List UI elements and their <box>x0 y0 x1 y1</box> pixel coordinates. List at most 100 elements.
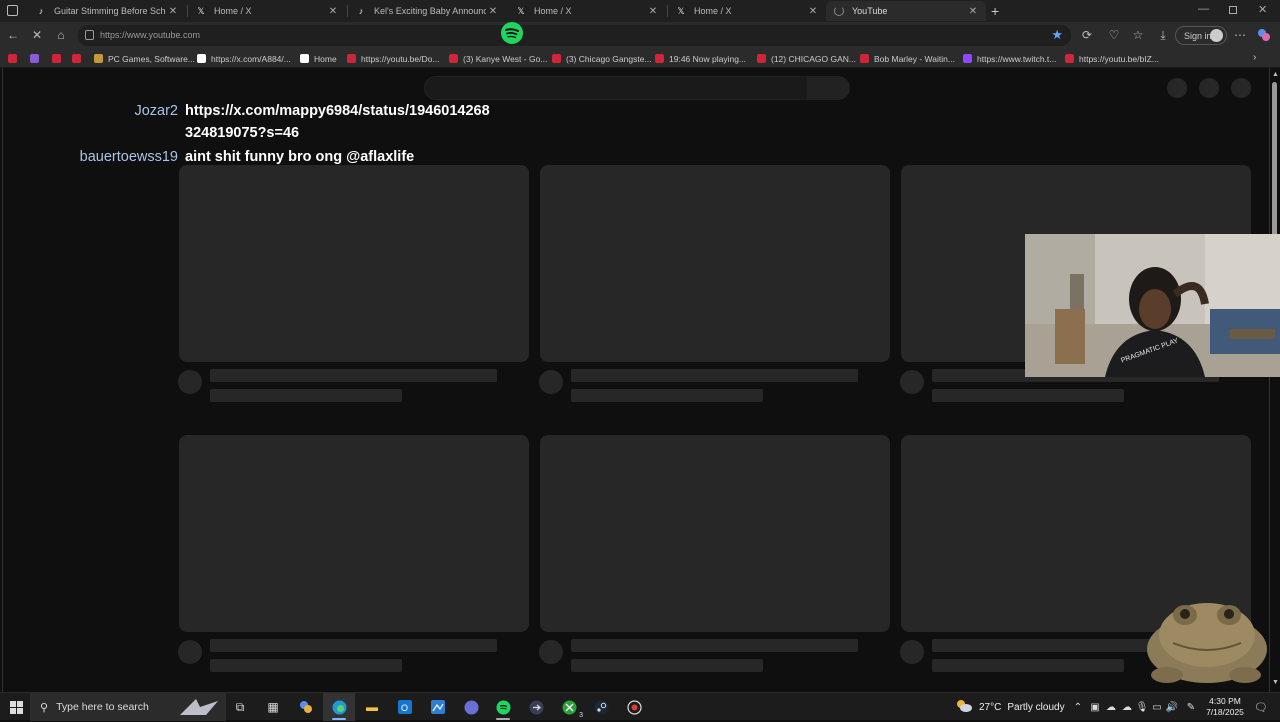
loading-icon <box>834 6 844 16</box>
chat-message: https://x.com/mappy6984/status/194601426… <box>185 103 490 119</box>
copilot-icon[interactable] <box>1257 28 1271 42</box>
channel-avatar-skeleton <box>178 370 202 394</box>
file-explorer-icon[interactable]: ▬ <box>362 697 382 717</box>
home-icon[interactable]: ⌂ <box>54 28 68 42</box>
browser-essentials-icon[interactable]: ♡ <box>1107 28 1121 42</box>
new-tab-icon[interactable]: + <box>991 3 999 19</box>
title-skeleton <box>210 369 497 382</box>
close-tab-icon[interactable]: ✕ <box>646 6 660 17</box>
weather-widget[interactable]: 27°C Partly cloudy <box>955 693 1065 721</box>
video-thumbnail-skeleton[interactable] <box>179 165 529 362</box>
downloads-icon[interactable]: ⤓ <box>1156 28 1170 42</box>
bookmark-item[interactable]: https://youtu.be/Do... <box>347 52 439 65</box>
scroll-down-icon[interactable]: ▼ <box>1272 679 1279 686</box>
extensions-icon[interactable]: ⟳ <box>1080 28 1094 42</box>
obs-record-icon[interactable] <box>624 697 644 717</box>
avatar-icon <box>1210 29 1223 42</box>
bookmark-item[interactable]: 19:46 Now playing... <box>655 52 746 65</box>
page-scrollbar[interactable]: ▲ ▼ <box>1271 70 1279 690</box>
close-tab-icon[interactable]: ✕ <box>326 6 340 17</box>
edge-browser-icon[interactable] <box>329 697 349 717</box>
bookmark-item[interactable] <box>30 52 44 65</box>
outlook-icon[interactable]: O <box>395 697 415 717</box>
windows-taskbar: ⚲ Type here to search ⧉ ▦ ▬ O 3 27°C Par… <box>0 692 1280 721</box>
video-thumbnail-skeleton[interactable] <box>179 435 529 632</box>
tab-home-x-1[interactable]: 𝕏 Home / X ✕ <box>188 1 346 21</box>
lock-icon <box>85 30 94 40</box>
bookmark-item[interactable]: Bob Marley - Waitin... <box>860 52 955 65</box>
browser-tab-strip: ♪ Guitar Stimming Before School wi ✕ 𝕏 H… <box>0 0 1280 22</box>
chevron-right-icon[interactable]: › <box>1253 52 1256 63</box>
search-highlight-icon <box>176 695 222 719</box>
address-bar[interactable]: https://www.youtube.com ★ <box>78 25 1071 46</box>
tiktok-icon: ♪ <box>358 6 364 16</box>
video-thumbnail-skeleton[interactable] <box>540 435 890 632</box>
close-tab-icon[interactable]: ✕ <box>966 6 980 17</box>
bookmark-item[interactable] <box>8 52 22 65</box>
close-tab-icon[interactable]: ✕ <box>806 6 820 17</box>
bookmark-item[interactable]: PC Games, Software... <box>94 52 195 65</box>
bookmarks-bar: PC Games, Software... https://x.com/A884… <box>0 49 1280 68</box>
bookmark-item[interactable]: https://x.com/A884/... <box>197 52 291 65</box>
more-menu-icon[interactable]: ⋯ <box>1233 28 1247 42</box>
photo-editor-icon[interactable] <box>428 697 448 717</box>
task-view-icon[interactable]: ⧉ <box>230 697 250 717</box>
app-icon[interactable] <box>526 697 546 717</box>
notifications-icon[interactable]: 🗨 <box>1251 697 1271 717</box>
toad-overlay-image <box>1145 585 1270 685</box>
volume-icon[interactable]: 🔊 <box>1162 697 1182 717</box>
bookmark-item[interactable]: (3) Chicago Gangste... <box>552 52 652 65</box>
browser-toolbar: ← ✕ ⌂ https://www.youtube.com ★ ⟳ ♡ ☆ ⤓ … <box>0 22 1280 49</box>
steam-icon[interactable] <box>591 697 611 717</box>
bookmark-item[interactable]: (3) Kanye West - Go... <box>449 52 547 65</box>
tab-guitar-stimming[interactable]: ♪ Guitar Stimming Before School wi ✕ <box>28 1 186 21</box>
sign-in-button[interactable]: Sign in <box>1175 26 1227 45</box>
tab-youtube[interactable]: YouTube ✕ <box>826 1 986 21</box>
tab-home-x-3[interactable]: 𝕏 Home / X ✕ <box>668 1 826 21</box>
spotify-taskbar-icon[interactable] <box>493 697 513 717</box>
video-thumbnail-skeleton[interactable] <box>540 165 890 362</box>
channel-avatar-skeleton <box>900 640 924 664</box>
chat-message-continued: 324819075?s=46 <box>185 125 300 141</box>
pen-icon[interactable]: ✎ <box>1181 697 1201 717</box>
bookmark-item[interactable] <box>52 52 66 65</box>
tab-home-x-2[interactable]: 𝕏 Home / X ✕ <box>508 1 666 21</box>
windows-start-icon[interactable] <box>6 697 26 717</box>
bookmark-item[interactable]: https://www.twitch.t... <box>963 52 1056 65</box>
back-icon[interactable]: ← <box>6 28 20 42</box>
tiktok-icon: ♪ <box>38 6 44 16</box>
channel-avatar-skeleton <box>539 370 563 394</box>
bookmark-item[interactable]: https://youtu.be/bIZ... <box>1065 52 1159 65</box>
tab-actions-icon[interactable] <box>7 5 18 16</box>
notifications-icon-skeleton[interactable] <box>1199 78 1219 98</box>
youtube-search-skeleton[interactable] <box>424 76 808 100</box>
favorites-icon[interactable]: ☆ <box>1131 28 1145 42</box>
bookmark-item[interactable]: Home <box>300 52 337 65</box>
search-icon: ⚲ <box>40 701 49 714</box>
close-tab-icon[interactable]: ✕ <box>486 6 500 17</box>
create-icon-skeleton[interactable] <box>1167 78 1187 98</box>
copilot-taskbar-icon[interactable] <box>296 697 316 717</box>
scroll-up-icon[interactable]: ▲ <box>1272 71 1279 78</box>
webcam-feed: PRAGMATIC PLAY <box>1025 234 1280 377</box>
microsoft-store-icon[interactable]: ▦ <box>263 697 283 717</box>
close-tab-icon[interactable]: ✕ <box>166 6 180 17</box>
close-window-icon[interactable]: ✕ <box>1258 3 1267 16</box>
youtube-search-button-skeleton[interactable] <box>808 76 850 100</box>
avatar-skeleton[interactable] <box>1231 78 1251 98</box>
taskbar-clock[interactable]: 4:30 PM 7/18/2025 <box>1200 696 1250 718</box>
discord-icon[interactable] <box>461 697 481 717</box>
minimize-icon[interactable]: — <box>1198 3 1209 15</box>
xbox-badge: 3 <box>579 712 583 719</box>
taskbar-search-box[interactable]: ⚲ Type here to search <box>30 693 226 721</box>
x-icon: 𝕏 <box>517 5 525 16</box>
tab-kels-baby[interactable]: ♪ Kel's Exciting Baby Announceme ✕ <box>348 1 506 21</box>
restore-icon[interactable] <box>1229 6 1237 14</box>
bookmark-item[interactable] <box>72 52 86 65</box>
address-text[interactable]: https://www.youtube.com <box>100 30 200 40</box>
bookmark-item[interactable]: (12) CHICAGO GAN... <box>757 52 856 65</box>
xbox-icon[interactable]: 3 <box>559 697 583 719</box>
x-icon: 𝕏 <box>197 5 205 16</box>
favorite-star-icon[interactable]: ★ <box>1051 27 1063 43</box>
stop-loading-icon[interactable]: ✕ <box>30 28 44 42</box>
